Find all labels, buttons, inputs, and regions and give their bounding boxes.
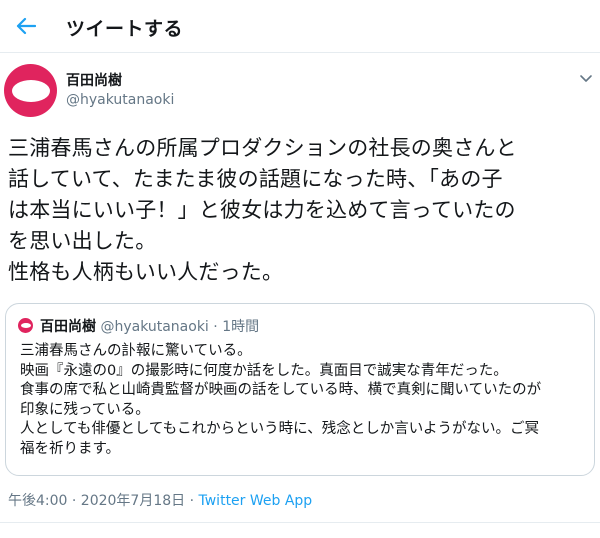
tweet-footer: 午後4:00 · 2020年7月18日 · Twitter Web App <box>8 490 312 510</box>
chevron-down-icon <box>580 75 592 82</box>
quoted-line: 福を祈ります。 <box>20 440 121 457</box>
quoted-line: 食事の席で私と山崎貴監督が映画の話をしている時、横で真剣に聞いていたのが <box>20 382 542 398</box>
quoted-line: 映画『永遠の0』の撮影時に何度か話をした。真面目で誠実な青年だった。 <box>20 362 508 379</box>
tweet-line: 話していて、たまたま彼の話題になった時、「あの子 <box>8 167 503 191</box>
tweet-line: 性格も人柄もいい人だった。 <box>8 260 284 284</box>
back-button[interactable] <box>12 12 40 40</box>
tweet-line: 三浦春馬さんの所属プロダクションの社長の奥さんと <box>8 136 517 160</box>
quoted-text: 三浦春馬さんの訃報に驚いている。 映画『永遠の0』の撮影時に何度か話をした。真面… <box>20 342 585 459</box>
tweet-timestamp[interactable]: 午後4:00 · 2020年7月18日 · <box>8 493 199 509</box>
source-app-link[interactable]: Twitter Web App <box>199 493 313 509</box>
divider <box>0 522 600 523</box>
more-options-button[interactable] <box>578 70 594 86</box>
tweet-line: は本当にいい子！」と彼女は力を込めて言っていたの <box>8 198 516 222</box>
page-title: ツイートする <box>66 18 184 40</box>
author-name[interactable]: 百田尚樹 <box>66 70 122 90</box>
quoted-author-name: 百田尚樹 <box>40 319 96 335</box>
quoted-author-handle: @hyakutanaoki <box>100 319 209 335</box>
author-handle[interactable]: @hyakutanaoki <box>66 92 174 108</box>
quoted-avatar <box>18 318 33 333</box>
avatar-logo <box>11 79 50 102</box>
quoted-line: 三浦春馬さんの訃報に驚いている。 <box>20 343 252 359</box>
quoted-line: 印象に残っている。 <box>20 401 150 418</box>
top-bar: ツイートする <box>0 0 600 53</box>
quoted-separator: · <box>213 319 218 335</box>
quoted-tweet[interactable]: 百田尚樹 @hyakutanaoki · 1時間 三浦春馬さんの訃報に驚いている… <box>5 303 595 476</box>
quoted-line: 人としても俳優としてもこれからという時に、残念としか言いようがない。ご冥 <box>20 421 539 437</box>
quoted-meta: 百田尚樹 @hyakutanaoki · 1時間 <box>40 316 259 336</box>
arrow-left-icon <box>16 17 36 35</box>
tweet-line: を思い出した。 <box>8 229 157 253</box>
avatar[interactable] <box>4 64 57 117</box>
quoted-avatar-logo <box>20 323 31 328</box>
tweet-text: 三浦春馬さんの所属プロダクションの社長の奥さんと 話していて、たまたま彼の話題に… <box>8 133 593 288</box>
quoted-time: 1時間 <box>222 319 260 335</box>
